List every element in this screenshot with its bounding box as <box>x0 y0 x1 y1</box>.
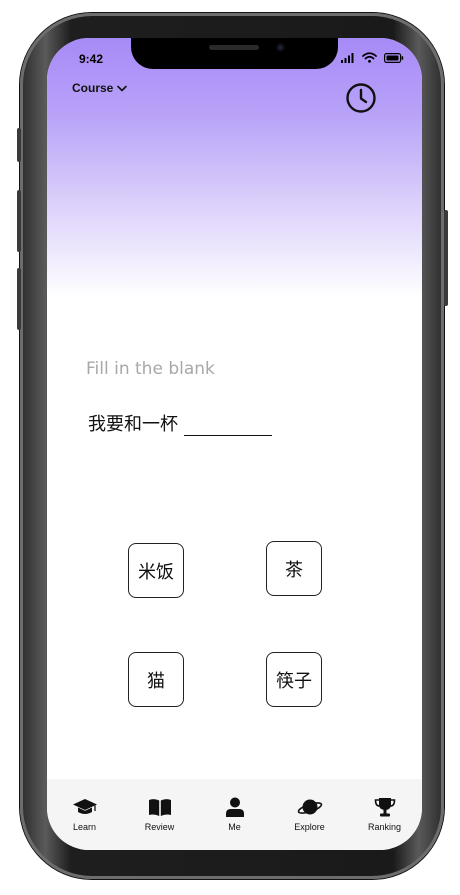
clock-icon <box>346 83 376 113</box>
tab-ranking[interactable]: Ranking <box>347 779 422 850</box>
front-camera <box>276 43 285 52</box>
option-button-3[interactable]: 猫 <box>128 652 184 707</box>
chevron-down-icon <box>117 85 128 91</box>
tab-bar: Learn Review Me Explore Ranking <box>47 779 422 850</box>
tab-ranking-label: Ranking <box>367 822 402 832</box>
tab-me-label: Me <box>228 822 241 832</box>
status-time: 9:42 <box>79 52 104 66</box>
tab-explore-label: Explore <box>294 822 325 832</box>
tab-review[interactable]: Review <box>122 779 197 850</box>
exercise-sentence: 我要和一杯 <box>88 410 272 436</box>
tab-explore[interactable]: Explore <box>272 779 347 850</box>
sentence-text: 我要和一杯 <box>88 414 178 435</box>
user-icon <box>225 797 244 817</box>
tab-review-label: Review <box>144 822 175 832</box>
power-button <box>444 210 448 306</box>
status-icons <box>341 52 404 63</box>
wifi-icon <box>362 52 377 63</box>
option-button-4[interactable]: 筷子 <box>266 652 322 707</box>
speaker-grille <box>209 45 259 50</box>
course-selector[interactable]: Course <box>72 81 128 95</box>
header-gradient <box>47 38 422 298</box>
history-button[interactable] <box>345 82 377 114</box>
notch <box>131 38 338 69</box>
battery-icon <box>384 52 404 63</box>
exercise-prompt: Fill in the blank <box>86 359 215 379</box>
cellular-signal-icon <box>341 52 354 63</box>
option-button-2[interactable]: 茶 <box>266 541 322 596</box>
app-screen: 9:42 Course Fill in the blank 我要和一杯 米饭 茶… <box>47 38 422 850</box>
book-icon <box>148 799 171 816</box>
tab-me[interactable]: Me <box>197 779 272 850</box>
volume-down-button <box>17 268 21 330</box>
course-label: Course <box>72 81 114 95</box>
answer-blank <box>184 417 272 436</box>
tab-learn[interactable]: Learn <box>47 779 122 850</box>
graduation-cap-icon <box>72 799 97 814</box>
option-button-1[interactable]: 米饭 <box>128 543 184 598</box>
planet-icon <box>297 799 322 815</box>
silent-switch <box>17 128 21 162</box>
trophy-icon <box>374 798 395 817</box>
tab-learn-label: Learn <box>72 822 97 832</box>
volume-up-button <box>17 190 21 252</box>
